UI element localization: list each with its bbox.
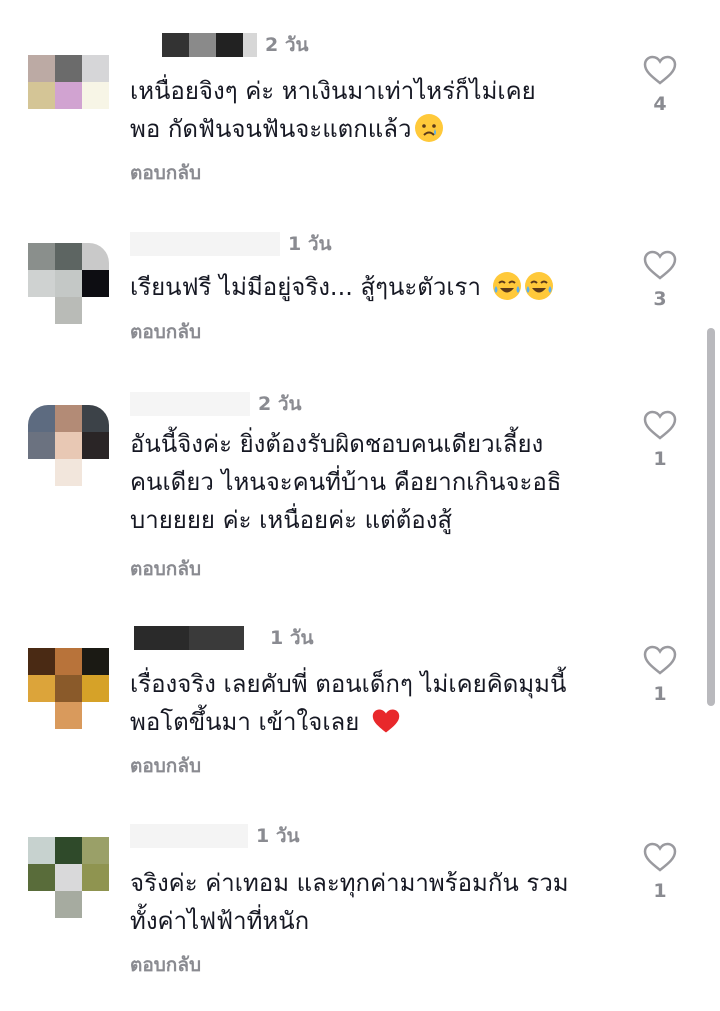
- username-redacted[interactable]: [130, 392, 250, 416]
- reply-button[interactable]: ตอบกลับ: [130, 554, 201, 584]
- avatar-pixel: [55, 648, 82, 675]
- scrollbar[interactable]: [707, 328, 715, 706]
- avatar-pixel: [82, 243, 109, 270]
- username-row[interactable]: 1 วัน: [130, 229, 332, 259]
- avatar-pixel: [55, 55, 82, 82]
- comment-text: เหนื่อยจิงๆ ค่ะ หาเงินมาเท่าไหร่ก็ไม่เคย…: [130, 77, 536, 143]
- avatar-pixel: [82, 432, 109, 459]
- username-redacted[interactable]: [162, 33, 257, 57]
- avatar-pixel: [28, 837, 55, 864]
- avatar-pixel: [55, 297, 82, 324]
- heart-outline-icon: [643, 645, 677, 675]
- username-redacted[interactable]: [130, 824, 248, 848]
- comment-text: เรื่องจริง เลยคับพี่ ตอนเด็กๆ ไม่เคยคิดม…: [130, 670, 567, 736]
- comment-time: 1 วัน: [256, 825, 300, 847]
- avatar-pixel: [55, 702, 82, 729]
- avatar-pixel: [82, 837, 109, 864]
- avatar[interactable]: [28, 405, 109, 486]
- heart-outline-icon: [643, 55, 677, 85]
- avatar-pixel: [55, 243, 82, 270]
- heart-outline-icon: [643, 410, 677, 440]
- heart-outline-icon: [643, 842, 677, 872]
- like-button[interactable]: 1: [640, 410, 680, 470]
- username-redacted[interactable]: [134, 626, 244, 650]
- reply-button[interactable]: ตอบกลับ: [130, 751, 201, 781]
- avatar-pixel: [28, 55, 55, 82]
- avatar[interactable]: [28, 243, 109, 324]
- avatar-pixel: [28, 864, 55, 891]
- comment-time: 2 วัน: [265, 34, 309, 56]
- avatar-pixel: [82, 675, 109, 702]
- avatar-pixel: [55, 837, 82, 864]
- avatar-pixel: [82, 55, 109, 82]
- like-count: 4: [653, 93, 667, 115]
- reply-button[interactable]: ตอบกลับ: [130, 950, 201, 980]
- like-count: 1: [653, 683, 667, 705]
- avatar-pixel: [28, 648, 55, 675]
- username-row[interactable]: 2 วัน: [162, 30, 309, 60]
- avatar-pixel: [55, 405, 82, 432]
- avatar-pixel: [82, 82, 109, 109]
- avatar-pixel: [55, 432, 82, 459]
- like-button[interactable]: 4: [640, 55, 680, 115]
- comment-time: 1 วัน: [288, 233, 332, 255]
- avatar-pixel: [55, 675, 82, 702]
- like-button[interactable]: 3: [640, 250, 680, 310]
- comment-text: จริงค่ะ ค่าเทอม และทุกค่ามาพร้อมกัน รวม …: [130, 869, 569, 935]
- username-row[interactable]: 2 วัน: [130, 389, 302, 419]
- avatar-pixel: [55, 270, 82, 297]
- avatar-pixel: [28, 432, 55, 459]
- avatar-pixel: [82, 270, 109, 297]
- avatar[interactable]: [28, 837, 109, 918]
- comment-text: อันนี้จิงค่ะ ยิ่งต้องรับผิดชอบคนเดียวเลี…: [130, 430, 562, 534]
- avatar-pixel: [55, 891, 82, 918]
- reply-button[interactable]: ตอบกลับ: [130, 158, 201, 188]
- like-button[interactable]: 1: [640, 645, 680, 705]
- like-button[interactable]: 1: [640, 842, 680, 902]
- tears-of-joy-icon: [524, 272, 553, 300]
- like-count: 1: [653, 448, 667, 470]
- crying-face-icon: [415, 114, 444, 142]
- comment-time: 1 วัน: [270, 627, 314, 649]
- comment-text: เรียนฟรี ไม่มีอยู่จริง... สู้ๆนะตัวเรา: [130, 268, 620, 306]
- username-redacted[interactable]: [130, 232, 280, 256]
- avatar-pixel: [28, 243, 55, 270]
- username-row[interactable]: 1 วัน: [130, 821, 300, 851]
- avatar-pixel: [28, 405, 55, 432]
- like-count: 1: [653, 880, 667, 902]
- avatar[interactable]: [28, 55, 109, 136]
- username-row[interactable]: 1 วัน: [134, 623, 314, 653]
- avatar-pixel: [82, 648, 109, 675]
- avatar-pixel: [55, 459, 82, 486]
- comment-time: 2 วัน: [258, 393, 302, 415]
- avatar-pixel: [55, 82, 82, 109]
- reply-button[interactable]: ตอบกลับ: [130, 317, 201, 347]
- like-count: 3: [653, 288, 667, 310]
- avatar[interactable]: [28, 648, 109, 729]
- avatar-pixel: [28, 675, 55, 702]
- tears-of-joy-icon: [492, 272, 521, 300]
- avatar-pixel: [82, 405, 109, 432]
- red-heart-icon: [371, 707, 401, 735]
- avatar-pixel: [28, 270, 55, 297]
- avatar-pixel: [55, 864, 82, 891]
- heart-outline-icon: [643, 250, 677, 280]
- avatar-pixel: [28, 82, 55, 109]
- avatar-pixel: [82, 864, 109, 891]
